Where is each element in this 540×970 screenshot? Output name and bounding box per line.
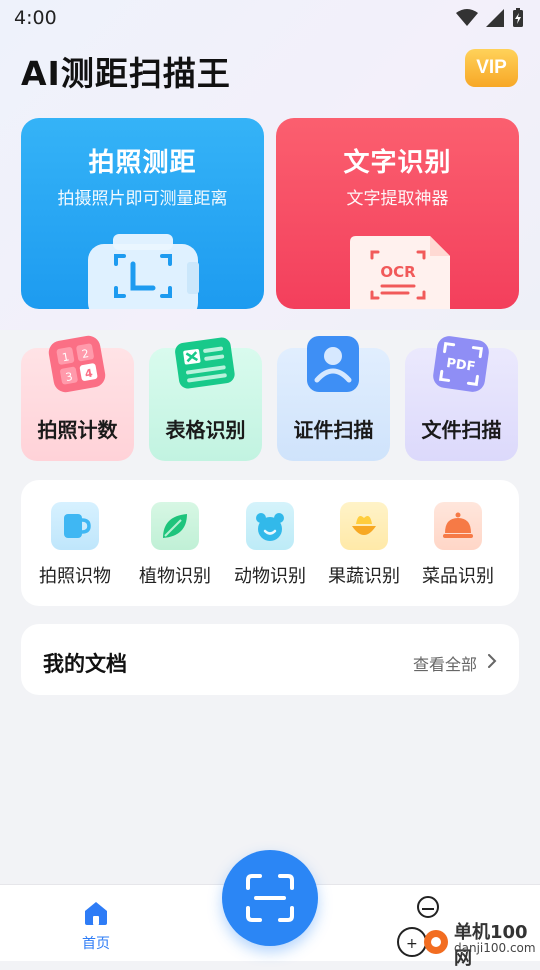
object-recognition-item[interactable]: 拍照识物 [28,502,122,588]
view-all-label: 查看全部 [412,655,477,674]
table-recognition-tile[interactable]: 表格识别 [149,337,262,461]
text-recognition-title: 文字识别 [343,148,452,178]
svg-text:+: + [406,936,418,952]
watermark: + 单机100网 danji100.com [390,918,540,969]
watermark-logo-icon: + [397,927,448,957]
id-card-icon [307,336,359,392]
recognition-card: 拍照识物 植物识别 动物识别 果蔬识别 菜品识别 [21,480,519,606]
chevron-right-icon [488,654,497,668]
file-scan-label: 文件扫描 [421,418,502,442]
my-documents-title: 我的文档 [43,652,127,676]
ruler-scan-icon [88,234,199,309]
fruit-recognition-label: 果蔬识别 [328,566,400,587]
id-scan-label: 证件扫描 [293,418,374,442]
photo-measure-title: 拍照测距 [88,148,197,178]
number-grid-icon: 1 2 3 4 [48,335,106,393]
table-recognition-label: 表格识别 [165,418,246,442]
status-icons [456,8,524,28]
scan-button[interactable] [222,850,318,946]
photo-count-tile[interactable]: 1 2 3 4 拍照计数 [21,335,134,461]
home-icon [85,902,107,925]
photo-count-label: 拍照计数 [37,418,118,442]
signal-icon [486,9,504,27]
photo-measure-subtitle: 拍摄照片即可测量距离 [57,189,228,209]
leaf-icon [151,502,199,550]
plant-recognition-item[interactable]: 植物识别 [128,502,222,588]
object-recognition-label: 拍照识物 [39,566,111,587]
photo-measure-card[interactable]: 拍照测距 拍摄照片即可测量距离 [21,118,264,309]
wifi-icon [456,9,478,26]
status-time: 4:00 [14,7,57,29]
text-recognition-subtitle: 文字提取神器 [346,189,449,209]
ocr-document-icon: OCR [350,236,450,309]
plant-recognition-label: 植物识别 [139,566,211,587]
text-recognition-card[interactable]: 文字识别 文字提取神器 OCR [276,118,519,309]
fruit-recognition-item[interactable]: 果蔬识别 [317,502,411,588]
spreadsheet-icon [175,337,235,389]
tab-home-label: 首页 [82,936,110,952]
scan-icon [246,874,294,922]
dish-recognition-item[interactable]: 菜品识别 [411,502,505,588]
my-documents-card: 我的文档 查看全部 [21,624,519,695]
status-bar: 4:00 [0,0,540,36]
watermark-url: danji100.com [454,941,536,955]
tab-home[interactable]: 首页 [66,899,126,953]
animal-recognition-item[interactable]: 动物识别 [223,502,317,588]
animal-recognition-label: 动物识别 [234,566,306,587]
fruit-icon [340,502,388,550]
cup-icon [51,502,99,550]
battery-icon [513,8,523,27]
app-title: AI测距扫描王 [21,54,231,93]
file-scan-tile[interactable]: PDF 文件扫描 [405,336,518,461]
dish-recognition-label: 菜品识别 [422,566,494,587]
bear-icon [246,502,294,550]
pdf-scan-icon: PDF [433,336,489,392]
view-all-link[interactable]: 查看全部 [413,651,493,675]
ocr-text: OCR [380,263,416,281]
dish-cloche-icon [434,502,482,550]
id-scan-tile[interactable]: 证件扫描 [277,336,390,461]
vip-button[interactable]: VIP [465,49,518,87]
